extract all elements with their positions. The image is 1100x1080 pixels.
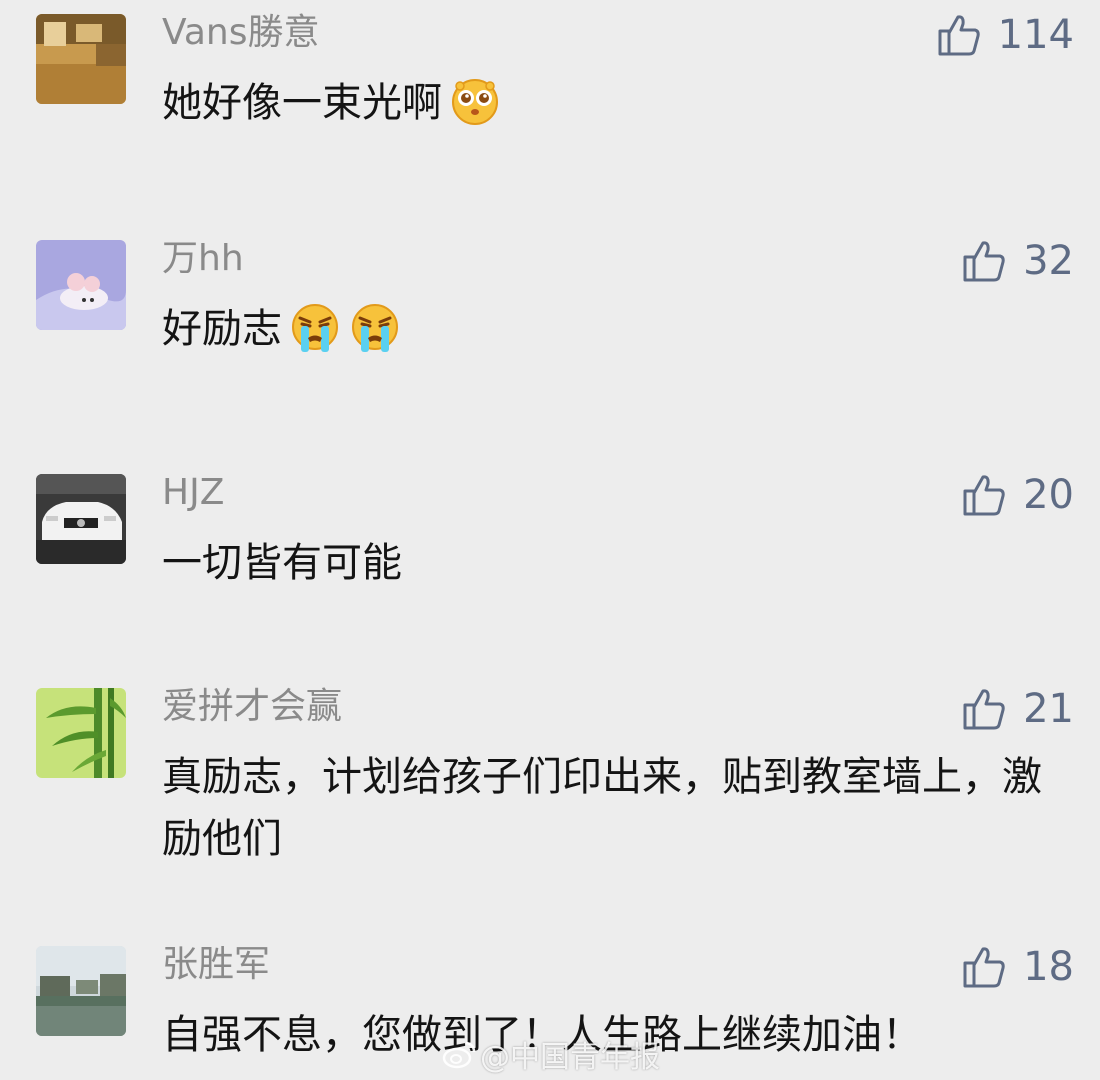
comment-text: 好励志 bbox=[162, 298, 1072, 360]
avatar[interactable] bbox=[36, 14, 126, 104]
watermark-text: @中国青年报 bbox=[480, 1040, 660, 1075]
like-count: 20 bbox=[1023, 472, 1074, 518]
crying-emoji bbox=[348, 300, 402, 354]
comment-text: 一切皆有可能 bbox=[162, 540, 402, 586]
like-button[interactable]: 21 bbox=[963, 684, 1074, 734]
avatar[interactable] bbox=[36, 240, 126, 330]
thumbs-up-icon bbox=[938, 15, 980, 56]
thumbs-up-icon bbox=[963, 947, 1005, 988]
crying-emoji bbox=[288, 300, 342, 354]
like-count: 114 bbox=[997, 12, 1074, 58]
star-eyes-emoji bbox=[448, 74, 502, 128]
avatar[interactable] bbox=[36, 474, 126, 564]
comment-username[interactable]: HJZ bbox=[162, 472, 224, 514]
like-button[interactable]: 18 bbox=[963, 942, 1074, 992]
comment-username[interactable]: 万hh bbox=[162, 238, 244, 280]
comment-username[interactable]: 爱拼才会赢 bbox=[162, 686, 342, 728]
comment-username[interactable]: 张胜军 bbox=[162, 944, 270, 986]
comment-text: 真励志，计划给孩子们印出来，贴到教室墙上，激励他们 bbox=[162, 754, 1042, 862]
like-count: 32 bbox=[1023, 238, 1074, 284]
watermark: @中国青年报 bbox=[442, 1032, 660, 1076]
thumbs-up-icon bbox=[963, 689, 1005, 730]
comment-username[interactable]: Vans勝意 bbox=[162, 12, 319, 54]
like-count: 18 bbox=[1023, 944, 1074, 990]
avatar[interactable] bbox=[36, 946, 126, 1036]
like-button[interactable]: 20 bbox=[963, 470, 1074, 520]
thumbs-up-icon bbox=[963, 241, 1005, 282]
like-button[interactable]: 114 bbox=[938, 10, 1074, 60]
weibo-logo bbox=[442, 1041, 476, 1069]
avatar[interactable] bbox=[36, 688, 126, 778]
like-count: 21 bbox=[1023, 686, 1074, 732]
like-button[interactable]: 32 bbox=[963, 236, 1074, 286]
thumbs-up-icon bbox=[963, 475, 1005, 516]
comment-text: 她好像一束光啊 bbox=[162, 72, 1072, 134]
